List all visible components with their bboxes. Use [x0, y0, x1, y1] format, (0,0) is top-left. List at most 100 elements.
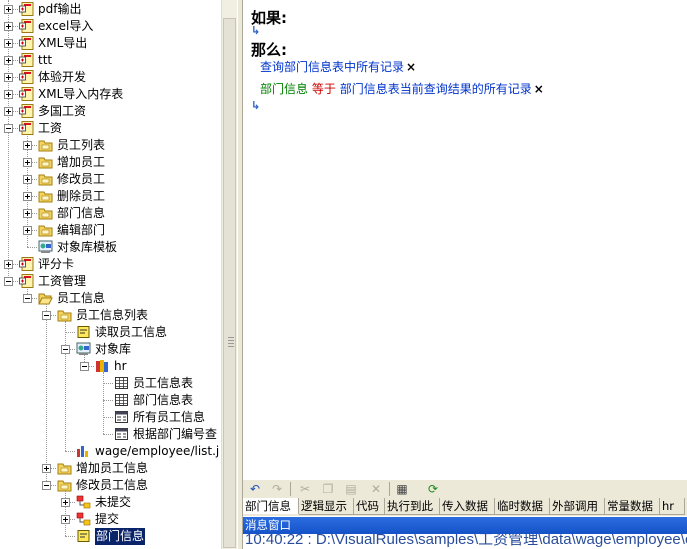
tree-node[interactable]: 对象库 [0, 341, 221, 358]
tree-node-label[interactable]: 修改员工信息 [76, 477, 148, 494]
expand-icon[interactable] [23, 158, 32, 167]
tree-node-label[interactable]: hr [114, 358, 127, 375]
collapse-icon[interactable] [80, 362, 89, 371]
tree-node[interactable]: 提交 [0, 511, 221, 528]
tab-temp-data[interactable]: 临时数据 [495, 498, 550, 515]
collapse-icon[interactable] [4, 277, 13, 286]
assign-value[interactable]: 部门信息表当前查询结果的所有记录 [340, 82, 532, 96]
tree-node[interactable]: 部门信息 [0, 205, 221, 222]
tree-node[interactable]: XML导出 [0, 35, 221, 52]
expand-icon[interactable] [4, 22, 13, 31]
action-statement-1[interactable]: 查询部门信息表中所有记录 × [260, 58, 416, 75]
assign-variable[interactable]: 部门信息 [260, 82, 308, 96]
tab-input-data[interactable]: 传入数据 [440, 498, 495, 515]
tree-node-label[interactable]: 评分卡 [38, 256, 74, 273]
tree-node[interactable]: 读取员工信息 [0, 324, 221, 341]
tree-node[interactable]: 所有员工信息 [0, 409, 221, 426]
query-action-text[interactable]: 查询部门信息表中所有记录 [260, 60, 404, 74]
tree-node[interactable]: 增加员工 [0, 154, 221, 171]
tree-node[interactable]: 工资 [0, 120, 221, 137]
add-action-icon[interactable]: ↳ [251, 99, 260, 112]
tree-node[interactable]: ttt [0, 52, 221, 69]
tree-node-label[interactable]: 部门信息表 [133, 392, 193, 409]
scrollbar-thumb[interactable] [223, 18, 236, 548]
undo-icon[interactable]: ↶ [247, 481, 263, 497]
cut-icon[interactable]: ✂ [297, 481, 313, 497]
tab-logic-view[interactable]: 逻辑显示 [299, 498, 354, 515]
tree-node[interactable]: excel导入 [0, 18, 221, 35]
assign-operator[interactable]: 等于 [312, 82, 336, 96]
tab-code[interactable]: 代码 [354, 498, 385, 515]
tree-node-selected[interactable]: 部门信息 [0, 528, 221, 545]
collapse-icon[interactable] [42, 311, 51, 320]
tree-node-label[interactable]: ttt [38, 52, 52, 69]
tree-node[interactable]: 员工信息 [0, 290, 221, 307]
tree-node-label[interactable]: 增加员工 [57, 154, 105, 171]
tree-node-label[interactable]: excel导入 [38, 18, 93, 35]
tab-external-call[interactable]: 外部调用 [550, 498, 605, 515]
tree-node[interactable]: 体验开发 [0, 69, 221, 86]
collapse-icon[interactable] [4, 124, 13, 133]
tab-department-info[interactable]: 部门信息 [243, 498, 299, 514]
rule-editor[interactable]: 如果: ↳ 那么: 查询部门信息表中所有记录 × 部门信息 等于 部门信息表当前查… [243, 0, 687, 480]
tree-node-label[interactable]: 删除员工 [57, 188, 105, 205]
tree-node-label[interactable]: 读取员工信息 [95, 324, 167, 341]
remove-statement-2-icon[interactable]: × [534, 82, 544, 96]
tree-node[interactable]: 删除员工 [0, 188, 221, 205]
properties-icon[interactable]: ▦ [394, 481, 410, 497]
tree-node-label[interactable]: 增加员工信息 [76, 460, 148, 477]
tree-node-label[interactable]: 员工列表 [57, 137, 105, 154]
tree-node[interactable]: 评分卡 [0, 256, 221, 273]
tree-node[interactable]: 编辑部门 [0, 222, 221, 239]
tree-scrollbar[interactable] [221, 0, 238, 549]
tree-node-label[interactable]: XML导入内存表 [38, 86, 123, 103]
paste-icon[interactable]: ▤ [343, 481, 359, 497]
tree-node-label[interactable]: 工资 [38, 120, 62, 137]
tab-run-to-here[interactable]: 执行到此 [385, 498, 440, 515]
tab-constant-data[interactable]: 常量数据 [605, 498, 660, 515]
expand-icon[interactable] [4, 73, 13, 82]
tree-node[interactable]: pdf输出 [0, 1, 221, 18]
tree-node-label[interactable]: 未提交 [95, 494, 131, 511]
tree-node-label[interactable]: wage/employee/list.j [95, 443, 219, 460]
tree-node-label[interactable]: 对象库模板 [57, 239, 117, 256]
rule-tree[interactable]: pdf输出 excel导入 XML导出 ttt 体验开发 XML导入内存表 多国工资 工资 员工… [0, 0, 221, 549]
tree-node-label[interactable]: 根据部门编号查 [133, 426, 217, 443]
redo-icon[interactable]: ↷ [269, 481, 285, 497]
tree-node-label[interactable]: 部门信息 [95, 528, 146, 545]
tree-node[interactable]: wage/employee/list.j [0, 443, 221, 460]
copy-icon[interactable]: ❐ [320, 481, 336, 497]
expand-icon[interactable] [23, 226, 32, 235]
expand-icon[interactable] [23, 175, 32, 184]
refresh-icon[interactable]: ⟳ [425, 481, 441, 497]
expand-icon[interactable] [42, 464, 51, 473]
tree-node[interactable]: hr [0, 358, 221, 375]
tree-node[interactable]: 部门信息表 [0, 392, 221, 409]
tree-node-label[interactable]: 修改员工 [57, 171, 105, 188]
tree-node[interactable]: XML导入内存表 [0, 86, 221, 103]
tree-node[interactable]: 员工信息表 [0, 375, 221, 392]
collapse-icon[interactable] [23, 294, 32, 303]
tree-node-label[interactable]: 编辑部门 [57, 222, 105, 239]
tree-node[interactable]: 对象库模板 [0, 239, 221, 256]
tree-node-label[interactable]: 多国工资 [38, 103, 86, 120]
delete-icon[interactable]: ✕ [368, 481, 384, 497]
add-condition-icon[interactable]: ↳ [251, 24, 260, 37]
tree-node-label[interactable]: 员工信息表 [133, 375, 193, 392]
collapse-icon[interactable] [42, 481, 51, 490]
tree-node[interactable]: 修改员工信息 [0, 477, 221, 494]
tree-node-label[interactable]: 部门信息 [57, 205, 105, 222]
expand-icon[interactable] [4, 260, 13, 269]
tree-node-label[interactable]: 所有员工信息 [133, 409, 205, 426]
tree-node[interactable]: 员工列表 [0, 137, 221, 154]
tree-node-label[interactable]: 员工信息列表 [76, 307, 148, 324]
expand-icon[interactable] [61, 515, 70, 524]
expand-icon[interactable] [61, 498, 70, 507]
tree-node[interactable]: 根据部门编号查 [0, 426, 221, 443]
expand-icon[interactable] [4, 90, 13, 99]
tree-node[interactable]: 工资管理 [0, 273, 221, 290]
expand-icon[interactable] [4, 5, 13, 14]
tree-node-label[interactable]: pdf输出 [38, 1, 81, 18]
tree-node-label[interactable]: 体验开发 [38, 69, 86, 86]
remove-statement-1-icon[interactable]: × [406, 60, 416, 74]
